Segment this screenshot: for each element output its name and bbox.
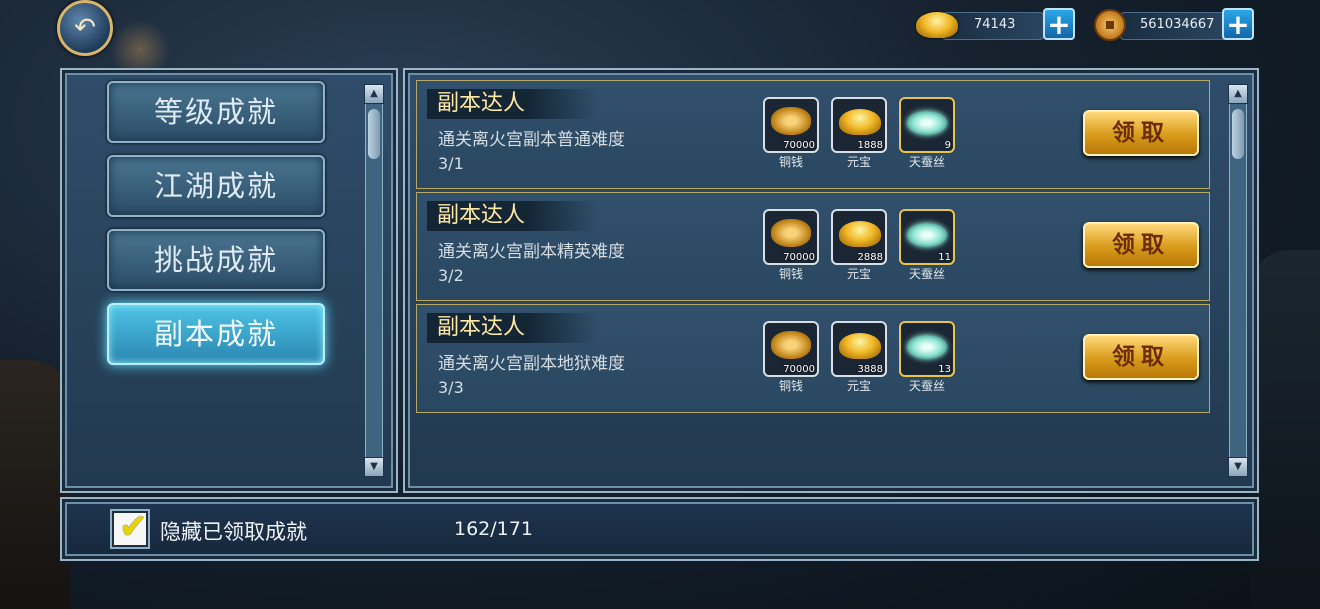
gold-ingot-icon — [916, 12, 958, 38]
reward-quantity: 13 — [938, 364, 951, 375]
achievement-scroll-down-button[interactable]: ▼ — [1228, 457, 1248, 477]
reward-name: 铜钱 — [778, 379, 803, 393]
hide-claimed-checkbox[interactable]: ✔ — [112, 507, 148, 547]
achievement-title: 副本达人 — [427, 201, 597, 231]
reward-quantity: 11 — [938, 252, 951, 263]
tab-jianghu-achievements[interactable]: 江湖成就 — [107, 155, 325, 217]
plus-icon: + — [1047, 8, 1071, 41]
achievement-description: 通关离火宫副本精英难度 — [438, 242, 625, 262]
achievement-list-panel: 副本达人 通关离火宫副本普通难度 3/1 70000 铜钱 1888 元宝 9 … — [403, 68, 1259, 493]
add-gold-ingot-button[interactable]: + — [1043, 8, 1075, 40]
gold-ingot-currency: 74143 + — [912, 8, 1077, 42]
achievement-scroll-thumb[interactable] — [1232, 109, 1244, 159]
gold-ingot-icon — [839, 109, 881, 135]
achievement-row: 副本达人 通关离火宫副本精英难度 3/2 70000 铜钱 2888 元宝 11… — [416, 192, 1210, 301]
category-scroll-thumb[interactable] — [368, 109, 380, 159]
bottom-bar: ✔ 隐藏已领取成就 162/171 — [60, 497, 1259, 561]
copper-currency: 561034667 + — [1092, 8, 1257, 42]
reward-name: 天蚕丝 — [908, 155, 945, 169]
tab-dungeon-achievements[interactable]: 副本成就 — [107, 303, 325, 365]
add-copper-button[interactable]: + — [1222, 8, 1254, 40]
reward-quantity: 3888 — [857, 364, 883, 375]
reward-silk[interactable]: 9 — [899, 97, 955, 153]
achievement-description: 通关离火宫副本地狱难度 — [438, 354, 625, 374]
copper-value: 561034667 — [1140, 17, 1215, 32]
claim-button[interactable]: 领取 — [1083, 222, 1199, 268]
back-button[interactable]: ↶ — [57, 0, 113, 56]
achievement-progress: 3/2 — [438, 266, 464, 285]
achievement-title: 副本达人 — [427, 89, 597, 119]
gold-ingot-icon — [839, 221, 881, 247]
silk-icon — [907, 111, 947, 135]
achievement-scroll-up-button[interactable]: ▲ — [1228, 84, 1248, 104]
reward-gold-ingot[interactable]: 1888 — [831, 97, 887, 153]
achievement-description: 通关离火宫副本普通难度 — [438, 130, 625, 150]
reward-name: 元宝 — [846, 267, 871, 281]
reward-name: 铜钱 — [778, 155, 803, 169]
checkmark-icon: ✔ — [119, 507, 148, 547]
reward-name: 元宝 — [846, 379, 871, 393]
gold-ingot-icon — [839, 333, 881, 359]
background-rock-right — [1250, 250, 1320, 609]
reward-copper[interactable]: 70000 — [763, 209, 819, 265]
reward-name: 天蚕丝 — [908, 379, 945, 393]
reward-name: 元宝 — [846, 155, 871, 169]
reward-name: 天蚕丝 — [908, 267, 945, 281]
plus-icon: + — [1226, 8, 1250, 41]
achievement-progress: 3/1 — [438, 154, 464, 173]
achievement-row: 副本达人 通关离火宫副本普通难度 3/1 70000 铜钱 1888 元宝 9 … — [416, 80, 1210, 189]
back-arrow-icon: ↶ — [74, 13, 96, 43]
reward-gold-ingot[interactable]: 3888 — [831, 321, 887, 377]
achievement-row: 副本达人 通关离火宫副本地狱难度 3/3 70000 铜钱 3888 元宝 13… — [416, 304, 1210, 413]
reward-gold-ingot[interactable]: 2888 — [831, 209, 887, 265]
reward-quantity: 2888 — [857, 252, 883, 263]
achievement-title: 副本达人 — [427, 313, 597, 343]
reward-name: 铜钱 — [778, 267, 803, 281]
copper-coin-icon — [1094, 9, 1126, 41]
claim-button[interactable]: 领取 — [1083, 110, 1199, 156]
reward-silk[interactable]: 13 — [899, 321, 955, 377]
reward-quantity: 70000 — [783, 252, 815, 263]
category-scrollbar[interactable] — [365, 88, 383, 466]
reward-copper[interactable]: 70000 — [763, 97, 819, 153]
gold-ingot-value: 74143 — [974, 17, 1016, 32]
tab-challenge-achievements[interactable]: 挑战成就 — [107, 229, 325, 291]
category-scroll-up-button[interactable]: ▲ — [364, 84, 384, 104]
silk-icon — [907, 335, 947, 359]
copper-coins-icon — [771, 219, 811, 247]
reward-copper[interactable]: 70000 — [763, 321, 819, 377]
reward-quantity: 9 — [944, 140, 951, 151]
total-achievement-progress: 162/171 — [454, 518, 533, 540]
reward-quantity: 70000 — [783, 364, 815, 375]
category-panel: 等级成就 江湖成就 挑战成就 副本成就 ▲ ▼ — [60, 68, 398, 493]
claim-button[interactable]: 领取 — [1083, 334, 1199, 380]
achievement-scrollbar[interactable] — [1229, 88, 1247, 466]
reward-quantity: 1888 — [857, 140, 883, 151]
achievement-progress: 3/3 — [438, 378, 464, 397]
hide-claimed-label[interactable]: 隐藏已领取成就 — [160, 516, 307, 546]
copper-coins-icon — [771, 331, 811, 359]
silk-icon — [907, 223, 947, 247]
category-scroll-down-button[interactable]: ▼ — [364, 457, 384, 477]
reward-quantity: 70000 — [783, 140, 815, 151]
reward-silk[interactable]: 11 — [899, 209, 955, 265]
tab-level-achievements[interactable]: 等级成就 — [107, 81, 325, 143]
copper-coins-icon — [771, 107, 811, 135]
